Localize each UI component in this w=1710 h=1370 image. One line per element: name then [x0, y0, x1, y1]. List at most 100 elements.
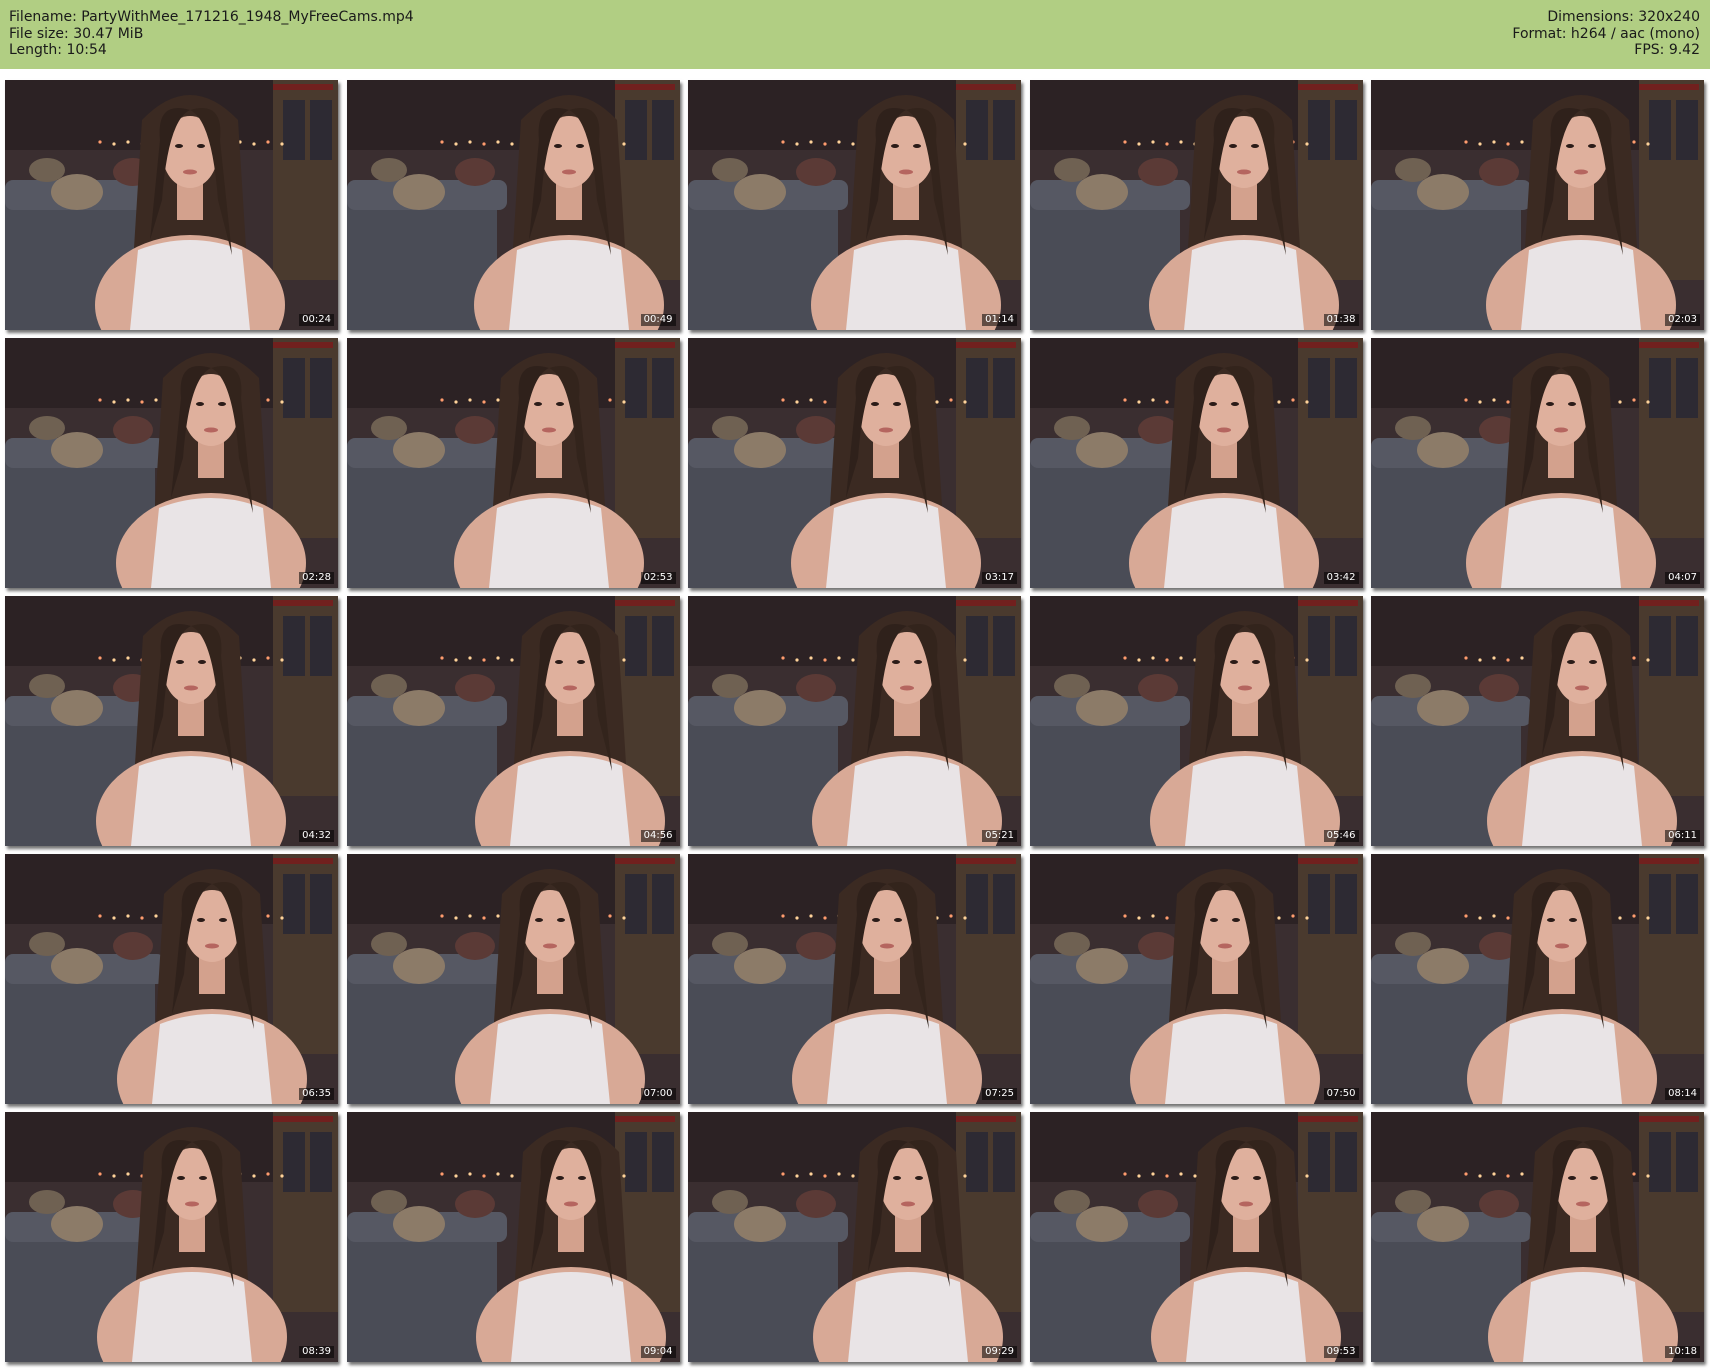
light-bulb — [1304, 916, 1309, 920]
watermark-bar — [273, 1116, 333, 1122]
thumbnail-timestamp: 02:03 — [1665, 314, 1700, 326]
light-bulb — [1164, 658, 1169, 662]
tank-top — [826, 498, 946, 588]
eye — [1547, 918, 1555, 922]
cushion — [1053, 158, 1090, 182]
light-bulb — [509, 658, 514, 662]
light-bulb — [809, 656, 813, 660]
light-bulb — [781, 1172, 785, 1176]
lips — [1554, 427, 1568, 433]
light-bulb — [1646, 1174, 1650, 1178]
eye — [556, 918, 565, 922]
light-bulb — [823, 1174, 827, 1178]
watermark-bar — [614, 84, 675, 90]
thumbnail: 08:14 — [1371, 854, 1704, 1104]
light-bulb — [1136, 400, 1141, 404]
thumbnail-image — [5, 854, 338, 1104]
cushion — [796, 674, 836, 702]
cushion — [29, 932, 65, 956]
eye — [1589, 660, 1597, 664]
thumbnail: 03:42 — [1029, 338, 1363, 588]
tank-top — [1501, 498, 1621, 588]
cushion — [1137, 416, 1178, 444]
shelf-window — [1676, 874, 1698, 934]
watermark-bar — [614, 858, 675, 864]
shelf-window — [1307, 100, 1330, 160]
eye — [175, 144, 183, 148]
shelf-window — [1676, 1132, 1698, 1192]
shelf-window — [993, 358, 1015, 418]
thumbnail-timestamp: 09:04 — [640, 1346, 676, 1358]
light-bulb — [621, 142, 626, 146]
watermark-bar — [1639, 600, 1699, 606]
light-bulb — [781, 140, 785, 144]
tank-top — [1183, 240, 1304, 330]
thumbnail-timestamp: 01:14 — [982, 314, 1017, 326]
thumbnail-image — [5, 596, 338, 846]
thumbnail-timestamp: 10:18 — [1665, 1346, 1700, 1358]
eye — [1568, 1176, 1576, 1180]
lips — [901, 1201, 915, 1207]
cushion — [370, 932, 407, 956]
thumbnail: 03:17 — [688, 338, 1021, 588]
light-bulb — [1520, 656, 1524, 660]
light-bulb — [823, 142, 827, 146]
light-bulb — [1520, 140, 1524, 144]
light-bulb — [963, 1174, 967, 1178]
watermark-bar — [1297, 858, 1358, 864]
watermark-bar — [1639, 858, 1699, 864]
cushion — [1417, 1206, 1469, 1242]
eye — [1569, 918, 1577, 922]
eye — [1229, 660, 1238, 664]
shelf-window — [966, 358, 988, 418]
thumbnail-image — [5, 80, 338, 330]
light-bulb — [621, 400, 626, 404]
light-bulb — [481, 1174, 486, 1178]
light-bulb — [1304, 142, 1309, 146]
cushion — [392, 1206, 445, 1242]
eye — [218, 402, 226, 406]
cushion — [51, 174, 103, 210]
light-bulb — [607, 398, 612, 402]
thumbnail: 07:00 — [346, 854, 680, 1104]
thumbnail: 06:11 — [1371, 596, 1704, 846]
thumbnail-timestamp: 02:53 — [640, 572, 676, 584]
lips — [185, 1201, 199, 1207]
light-bulb — [1164, 1174, 1169, 1178]
lips — [1217, 943, 1232, 949]
light-bulb — [1192, 1174, 1197, 1178]
cushion — [796, 932, 836, 960]
light-bulb — [809, 1172, 813, 1176]
eye — [915, 1176, 923, 1180]
cushion — [712, 1190, 748, 1214]
light-bulb — [1304, 1174, 1309, 1178]
light-bulb — [467, 914, 472, 918]
cushion — [29, 674, 65, 698]
shelf-window — [1307, 874, 1330, 934]
tank-top — [510, 1272, 631, 1362]
eye — [555, 1176, 564, 1180]
light-bulb — [1506, 142, 1510, 146]
shelf-window — [1649, 1132, 1671, 1192]
cushion — [734, 174, 786, 210]
thumbnail-image — [346, 1112, 680, 1362]
thumbnail-timestamp: 07:25 — [982, 1088, 1017, 1100]
cushion — [1075, 432, 1128, 468]
shelf-window — [283, 1132, 305, 1192]
thumbnail-image — [1029, 854, 1363, 1104]
eye — [894, 918, 902, 922]
shelf-window — [283, 616, 305, 676]
light-bulb — [1478, 916, 1482, 920]
watermark-bar — [1639, 342, 1699, 348]
cushion — [370, 674, 407, 698]
light-bulb — [481, 400, 486, 404]
thumbnail-timestamp: 03:42 — [1323, 572, 1359, 584]
format-text: Format: h264 / aac (mono) — [1512, 25, 1700, 42]
light-bulb — [1150, 140, 1155, 144]
lips — [563, 1201, 578, 1207]
light-bulb — [98, 140, 102, 144]
shelf-window — [1334, 358, 1357, 418]
lips — [1237, 685, 1252, 691]
light-bulb — [252, 658, 256, 662]
eye — [555, 402, 564, 406]
